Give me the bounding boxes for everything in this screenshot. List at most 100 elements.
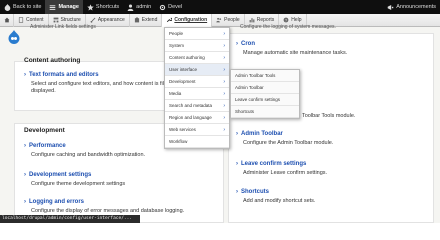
config-menu-people[interactable]: People › (165, 28, 229, 40)
logging-errors-entry: › Logging and errors Configure the displa… (24, 199, 224, 215)
admin-toolbar-entry: › Admin Toolbar Configure the Admin Toolb… (236, 131, 426, 147)
shortcuts-link[interactable]: › Shortcuts (236, 189, 426, 195)
development-title: Development (24, 127, 65, 134)
logging-errors-link[interactable]: › Logging and errors (24, 199, 224, 205)
file-icon (18, 17, 24, 23)
config-menu-development-label: Development (169, 79, 196, 84)
config-menu-search-metadata-label: Search and metadata (169, 103, 213, 108)
config-menu-user-interface[interactable]: User interface › (165, 64, 229, 76)
chevron-right-icon: › (236, 161, 238, 167)
tray-item-configuration[interactable]: Configuration (162, 13, 213, 27)
structure-icon (53, 17, 58, 23)
announcements-tab[interactable]: Announcements (383, 0, 440, 14)
announcements-label: Announcements (396, 4, 436, 10)
admin-toolbar-tools-partial-desc: Toolbar Tools module. (302, 113, 356, 119)
chevron-right-icon: › (24, 172, 26, 178)
chevron-right-icon: › (223, 78, 225, 85)
user-interface-submenu: Admin Toolbar Tools Admin Toolbar Leave … (230, 69, 300, 119)
chevron-right-icon: › (223, 90, 225, 97)
config-menu-web-services[interactable]: Web services › (165, 124, 229, 136)
submenu-shortcuts-label: Shortcuts (235, 109, 255, 114)
chevron-right-icon: › (236, 41, 238, 47)
puzzle-icon (134, 17, 139, 23)
submenu-admin-toolbar-tools-label: Admin Toolbar Tools (235, 73, 276, 78)
devel-label: Devel (168, 4, 183, 10)
config-menu-web-services-label: Web services (169, 127, 196, 132)
logging-errors-label: Logging and errors (29, 199, 85, 205)
submenu-admin-toolbar[interactable]: Admin Toolbar (231, 82, 299, 94)
back-to-site-link[interactable]: Back to site (0, 0, 45, 14)
tray-label-extend: Extend (141, 17, 158, 23)
development-settings-desc: Configure theme development settings (31, 181, 126, 187)
chevron-right-icon: › (223, 126, 225, 133)
manage-label: Manage (58, 4, 79, 10)
people-icon (216, 17, 222, 23)
config-menu-workflow[interactable]: Workflow (165, 136, 229, 148)
submenu-admin-toolbar-label: Admin Toolbar (235, 85, 264, 90)
cron-label: Cron (241, 41, 255, 47)
admin-toolbar-label: Admin Toolbar (241, 131, 283, 137)
megaphone-icon (387, 4, 394, 10)
config-menu-people-label: People (169, 31, 184, 36)
tray-label-people: People (224, 17, 240, 23)
submenu-leave-confirm-label: Leave confirm settings (235, 97, 281, 102)
home-button[interactable] (0, 13, 14, 27)
user-tab[interactable]: admin (123, 0, 155, 14)
logging-errors-desc: Configure the display of error messages … (31, 208, 185, 214)
user-label: admin (136, 4, 152, 10)
chevron-right-icon: › (236, 189, 238, 195)
performance-desc: Configure caching and bandwidth optimiza… (31, 152, 146, 158)
chevron-right-icon: › (223, 66, 225, 73)
tray-label-configuration: Configuration (174, 17, 208, 23)
admin-toolbar-desc: Configure the Admin Toolbar module. (243, 140, 334, 146)
chevron-right-icon: › (223, 30, 225, 37)
config-menu-media[interactable]: Media › (165, 88, 229, 100)
chevron-right-icon: › (223, 54, 225, 61)
configuration-menu: People › System › Content authoring › User … (164, 27, 230, 149)
text-formats-label: Text formats and editors (29, 72, 99, 78)
bar-chart-icon (249, 18, 255, 23)
chevron-right-icon: › (223, 102, 225, 109)
development-settings-entry: › Development settings Configure theme de… (24, 172, 224, 188)
drupal-drop-icon (8, 30, 20, 44)
development-settings-label: Development settings (29, 172, 92, 178)
browser-status-bar: localhost/drupal/admin/config/user-inter… (0, 215, 140, 223)
config-menu-search-metadata[interactable]: Search and metadata › (165, 100, 229, 112)
config-menu-region-language[interactable]: Region and language › (165, 112, 229, 124)
manage-tab[interactable]: Manage (45, 0, 83, 14)
config-menu-content-authoring[interactable]: Content authoring › (165, 52, 229, 64)
tray-label-reports: Reports (256, 17, 275, 23)
leave-confirm-entry: › Leave confirm settings Administer Leave… (236, 161, 426, 177)
wrench-icon (167, 17, 173, 23)
tray-label-appearance: Appearance (97, 17, 125, 23)
help-icon: ? (283, 17, 289, 23)
leave-confirm-link[interactable]: › Leave confirm settings (236, 161, 426, 167)
drupal-logo-icon (4, 3, 11, 11)
submenu-shortcuts[interactable]: Shortcuts (231, 106, 299, 118)
development-settings-link[interactable]: › Development settings (24, 172, 224, 178)
devel-tab[interactable]: Devel (155, 0, 186, 14)
config-menu-region-language-label: Region and language (169, 115, 212, 120)
cron-link[interactable]: › Cron (236, 41, 426, 47)
content-authoring-title: Content authoring (24, 57, 81, 64)
shortcuts-label: Shortcuts (95, 4, 120, 10)
config-menu-development[interactable]: Development › (165, 76, 229, 88)
leave-confirm-label: Leave confirm settings (241, 161, 307, 167)
cut-off-description-right: Configure the logging of system messages… (240, 24, 336, 30)
config-menu-system[interactable]: System › (165, 40, 229, 52)
admin-toolbar-link[interactable]: › Admin Toolbar (236, 131, 426, 137)
config-menu-user-interface-label: User interface (169, 67, 198, 72)
performance-label: Performance (29, 143, 66, 149)
shortcuts-entry-label: Shortcuts (241, 189, 270, 195)
config-menu-system-label: System (169, 43, 185, 48)
cron-entry: › Cron Manage automatic site maintenance … (236, 41, 426, 57)
chevron-right-icon: › (24, 143, 26, 149)
config-menu-workflow-label: Workflow (169, 139, 188, 144)
menu-icon (50, 4, 56, 10)
tray-item-extend[interactable]: Extend (130, 13, 163, 27)
submenu-admin-toolbar-tools[interactable]: Admin Toolbar Tools (231, 70, 299, 82)
shortcuts-tab[interactable]: Shortcuts (83, 0, 123, 14)
admin-toolbar: Back to site Manage Shortcuts admin Deve… (0, 0, 440, 14)
home-icon (4, 17, 9, 23)
submenu-leave-confirm[interactable]: Leave confirm settings (231, 94, 299, 106)
